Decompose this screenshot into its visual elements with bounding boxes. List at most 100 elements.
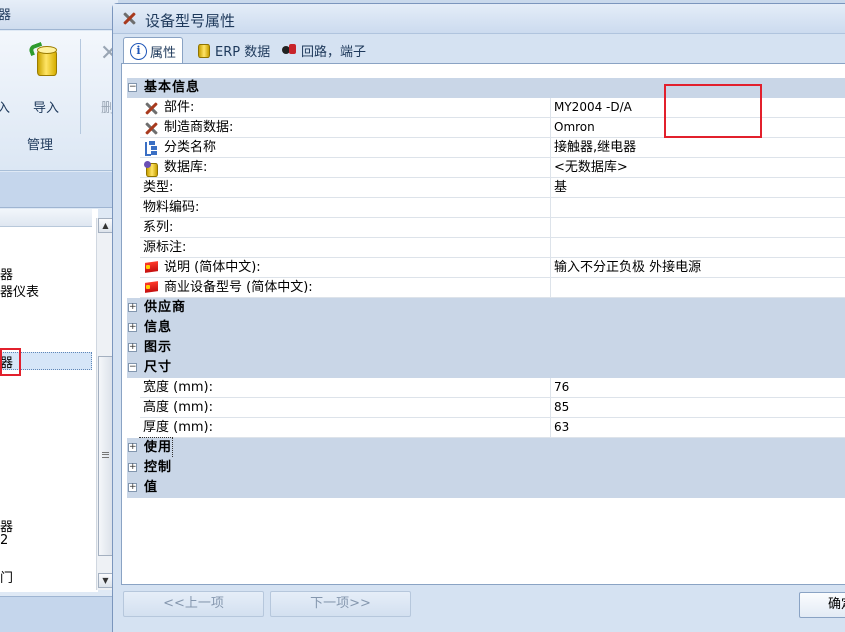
background-ribbon: 入 导入 ✕ 删 管理 <box>0 31 118 171</box>
background-list-item[interactable]: 器仪表 <box>0 281 39 300</box>
tab-properties[interactable]: 属性 <box>123 37 184 64</box>
property-name: 数据库: <box>164 160 208 175</box>
category-value[interactable]: + 值 <box>127 478 845 498</box>
expand-icon[interactable]: + <box>128 343 137 352</box>
property-row[interactable]: 分类名称 接触器,继电器 <box>127 138 845 158</box>
property-row[interactable]: 说明 (简体中文): 输入不分正负极 外接电源 <box>127 258 845 278</box>
property-row[interactable]: 部件: MY2004 -D/A <box>127 98 845 118</box>
property-name-cell: 厚度 (mm): <box>140 418 551 438</box>
scroll-up-button[interactable]: ▲ <box>98 218 113 233</box>
property-value[interactable]: 76 <box>551 378 845 398</box>
info-icon <box>130 43 147 60</box>
category-info[interactable]: + 信息 <box>127 318 845 338</box>
category-graphics[interactable]: + 图示 <box>127 338 845 358</box>
expand-icon[interactable]: + <box>128 463 137 472</box>
background-list-item[interactable]: 门 <box>0 567 13 586</box>
ribbon-separator <box>80 39 81 134</box>
database-import-icon[interactable] <box>27 41 59 78</box>
circuit-terminal-icon <box>281 42 297 58</box>
previous-item-button[interactable]: <<上一项 <box>123 591 264 617</box>
background-application: 器 入 导入 ✕ 删 管理 器器仪表器器 2 门 ▲ ▼ <box>0 0 118 632</box>
tab-circuits-terminals-label: 回路，端子 <box>301 44 367 60</box>
category-usage[interactable]: + 使用 <box>127 437 845 459</box>
expand-icon[interactable]: + <box>128 323 137 332</box>
property-row[interactable]: 宽度 (mm): 76 <box>127 378 845 398</box>
category-dimensions[interactable]: − 尺寸 <box>127 358 845 378</box>
tab-properties-label: 属性 <box>150 45 177 61</box>
property-row[interactable]: 商业设备型号 (简体中文): <box>127 278 845 298</box>
flag-icon <box>143 280 159 296</box>
property-value[interactable]: <无数据库> <box>551 158 845 178</box>
property-row[interactable]: 制造商数据: Omron <box>127 118 845 138</box>
property-name-cell: 系列: <box>140 218 551 238</box>
background-list-item[interactable]: 2 <box>0 533 8 548</box>
scroll-down-button[interactable]: ▼ <box>98 573 113 588</box>
expand-icon[interactable]: + <box>128 303 137 312</box>
property-value[interactable]: 基 <box>551 178 845 198</box>
property-name: 高度 (mm): <box>143 400 213 415</box>
background-tree-list[interactable]: 器器仪表器器 2 门 <box>0 209 98 592</box>
category-label: 供应商 <box>144 300 187 315</box>
tree-icon <box>143 140 159 156</box>
property-value[interactable]: 63 <box>551 418 845 438</box>
tab-erp-data[interactable]: ERP 数据 <box>189 37 276 63</box>
category-label: 信息 <box>144 320 173 335</box>
expand-icon[interactable]: + <box>128 443 137 452</box>
property-value[interactable]: Omron <box>551 118 845 138</box>
dialog-titlebar[interactable]: 设备型号属性 <box>113 4 845 34</box>
background-toolbar-strip <box>0 172 118 208</box>
property-value[interactable]: 85 <box>551 398 845 418</box>
next-item-button[interactable]: 下一项>> <box>270 591 411 617</box>
property-value[interactable] <box>551 278 845 298</box>
property-value[interactable]: 接触器,继电器 <box>551 138 845 158</box>
ribbon-group-label: 管理 <box>26 138 53 153</box>
property-name: 源标注: <box>143 240 187 255</box>
property-name-cell: 制造商数据: <box>140 118 551 138</box>
property-row[interactable]: 高度 (mm): 85 <box>127 398 845 418</box>
ribbon-import-button[interactable]: 导入 <box>33 97 59 116</box>
tab-bar: 属性 ERP 数据 回路，端子 <box>121 37 845 64</box>
property-name-cell: 商业设备型号 (简体中文): <box>140 278 551 298</box>
tab-erp-data-label: ERP 数据 <box>215 44 271 60</box>
property-name-cell: 高度 (mm): <box>140 398 551 418</box>
property-name: 宽度 (mm): <box>143 380 213 395</box>
ok-button[interactable]: 确定 <box>799 592 845 618</box>
category-label: 使用 <box>138 437 174 459</box>
property-row[interactable]: 系列: <box>127 218 845 238</box>
property-value[interactable] <box>551 238 845 258</box>
property-row[interactable]: 厚度 (mm): 63 <box>127 418 845 438</box>
scroll-thumb[interactable] <box>98 356 113 556</box>
background-scrollbar[interactable]: ▲ ▼ <box>96 218 113 590</box>
property-name-cell: 分类名称 <box>140 138 551 158</box>
ribbon-import-fragment-label[interactable]: 入 <box>0 97 10 116</box>
category-label: 值 <box>144 480 159 495</box>
category-supplier[interactable]: + 供应商 <box>127 298 845 318</box>
property-name: 类型: <box>143 180 174 195</box>
property-name: 部件: <box>164 100 195 115</box>
property-value[interactable]: MY2004 -D/A <box>551 98 845 118</box>
property-row[interactable]: 数据库: <无数据库> <box>127 158 845 178</box>
property-row[interactable]: 物料编码: <box>127 198 845 218</box>
expand-icon[interactable]: + <box>128 483 137 492</box>
collapse-icon[interactable]: − <box>128 363 137 372</box>
tab-circuits-terminals[interactable]: 回路，端子 <box>275 37 372 63</box>
category-basic-info[interactable]: − 基本信息 <box>127 78 845 98</box>
property-value[interactable]: 输入不分正负极 外接电源 <box>551 258 845 278</box>
flag-icon <box>143 260 159 276</box>
collapse-icon[interactable]: − <box>128 83 137 92</box>
property-name: 厚度 (mm): <box>143 420 213 435</box>
property-value[interactable] <box>551 218 845 238</box>
dialog-footer: <<上一项 下一项>> 确定 <box>113 587 845 632</box>
device-model-properties-dialog: 设备型号属性 属性 ERP 数据 回路，端子 − 基本信息 部件: MY2004 … <box>112 3 845 632</box>
property-name-cell: 物料编码: <box>140 198 551 218</box>
property-value[interactable] <box>551 198 845 218</box>
property-name: 商业设备型号 (简体中文): <box>164 280 313 295</box>
background-titlebar: 器 <box>0 0 118 30</box>
highlight-box-fragment <box>0 348 21 376</box>
property-row[interactable]: 类型: 基 <box>127 178 845 198</box>
property-row[interactable]: 源标注: <box>127 238 845 258</box>
category-control[interactable]: + 控制 <box>127 458 845 478</box>
property-grid-panel: − 基本信息 部件: MY2004 -D/A 制造商数据: Omron 分类名称 接触器,… <box>121 63 845 585</box>
property-name-cell: 宽度 (mm): <box>140 378 551 398</box>
property-name: 说明 (简体中文): <box>164 260 261 275</box>
